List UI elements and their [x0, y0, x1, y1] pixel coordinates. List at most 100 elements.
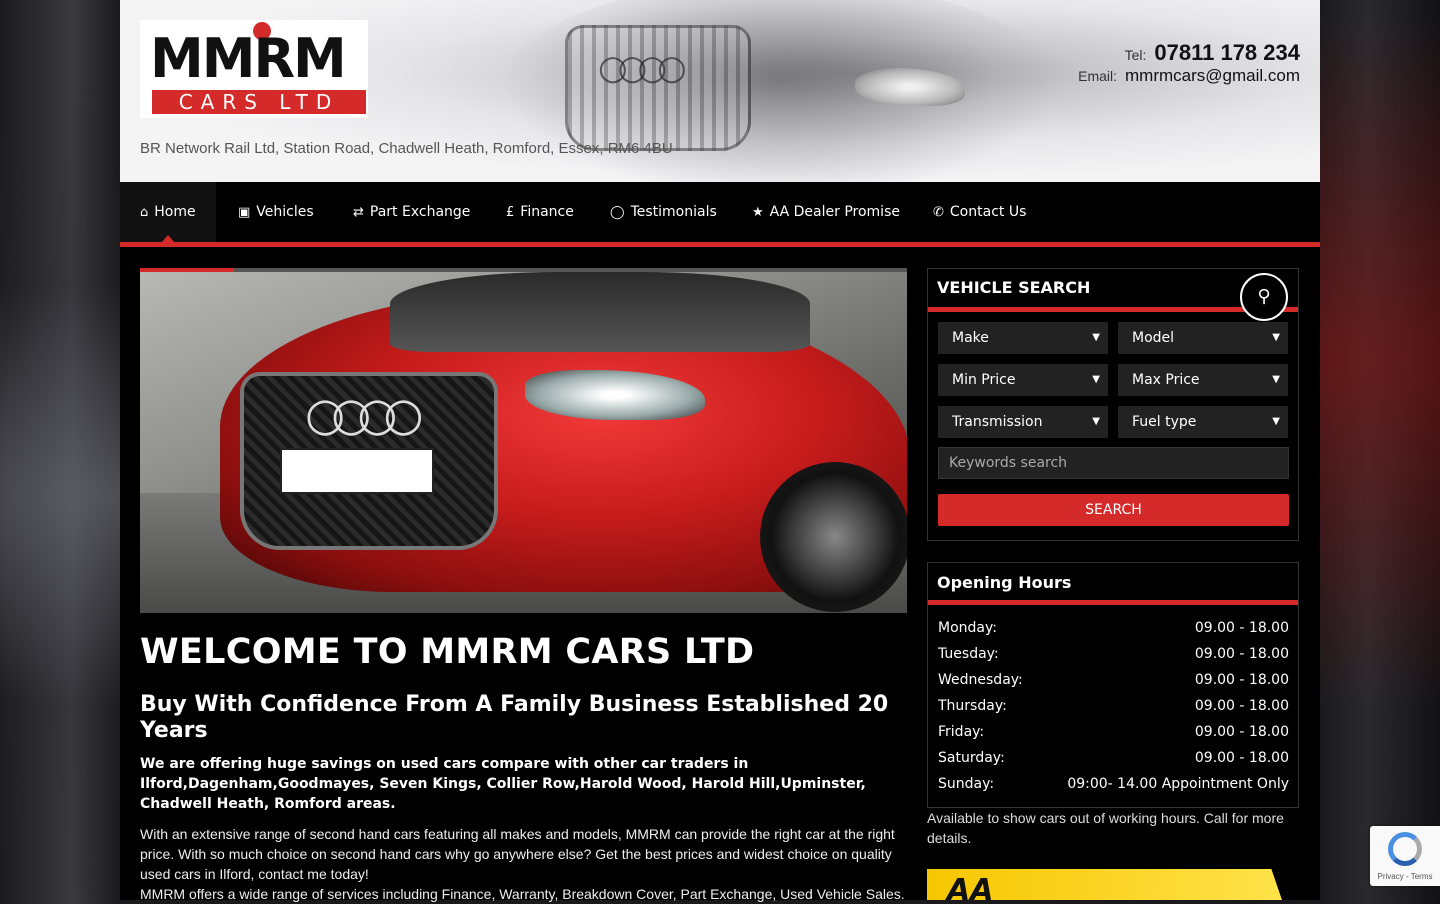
comment-icon: ◯ [610, 205, 625, 220]
dropdown-arrow-icon: ▼ [1272, 416, 1280, 427]
hero-car-wheel [760, 462, 907, 612]
hours-day: Thursday: [938, 698, 1007, 714]
aa-banner-text: AA [947, 873, 994, 900]
dropdown-arrow-icon: ▼ [1092, 374, 1100, 385]
opening-hours-title: Opening Hours [937, 573, 1072, 592]
vehicle-search-title: VEHICLE SEARCH [937, 278, 1091, 297]
hours-day: Sunday: [938, 776, 995, 792]
dropdown-arrow-icon: ▼ [1092, 332, 1100, 343]
hours-row: Sunday: 09:00- 14.00 Appointment Only [938, 771, 1289, 797]
dropdown-arrow-icon: ▼ [1092, 416, 1100, 427]
pound-icon: £ [506, 205, 515, 220]
hours-day: Tuesday: [938, 646, 999, 662]
aa-dealer-banner[interactable]: AA [927, 869, 1282, 900]
dropdown-arrow-icon: ▼ [1272, 374, 1280, 385]
dropdown-arrow-icon: ▼ [1272, 332, 1280, 343]
search-icon[interactable]: ⚲ [1240, 273, 1288, 321]
header-car-grille [565, 25, 751, 151]
min-price-select-value: Min Price [952, 372, 1016, 388]
recaptcha-links[interactable]: Privacy - Terms [1370, 872, 1440, 881]
fuel-type-select-value: Fuel type [1132, 414, 1197, 430]
nav-item-aa-dealer-promise[interactable]: ★ AA Dealer Promise [732, 182, 920, 242]
tel-label: Tel: [1124, 47, 1147, 63]
header-address: BR Network Rail Ltd, Station Road, Chadw… [140, 140, 673, 157]
nav-item-vehicles[interactable]: ▣ Vehicles [218, 182, 334, 242]
recaptcha-icon [1388, 832, 1422, 866]
model-select[interactable]: Model ▼ [1118, 322, 1288, 354]
opening-hours-panel: Opening Hours Monday: 09.00 - 18.00 Tuesd… [927, 562, 1299, 808]
hours-day: Monday: [938, 620, 997, 636]
min-price-select[interactable]: Min Price ▼ [938, 364, 1108, 396]
model-select-value: Model [1132, 330, 1175, 346]
audi-rings-icon: ○○○○ [598, 48, 687, 88]
nav-item-label: Vehicles [256, 204, 314, 220]
hero-slider-image[interactable]: ○○○○ [140, 272, 907, 613]
savings-text: We are offering huge savings on used car… [140, 756, 866, 812]
hours-day: Saturday: [938, 750, 1005, 766]
active-caret-icon [162, 235, 174, 242]
star-icon: ★ [752, 205, 764, 220]
max-price-select-value: Max Price [1132, 372, 1200, 388]
audi-rings-icon: ○○○○ [305, 387, 424, 441]
tel-number[interactable]: 07811 178 234 [1154, 40, 1300, 65]
recaptcha-badge[interactable]: Privacy - Terms [1370, 826, 1440, 886]
welcome-section: WELCOME TO MMRM CARS LTD Buy With Confid… [140, 630, 907, 904]
email-link[interactable]: mmrmcars@gmail.com [1125, 66, 1300, 85]
nav-item-label: Contact Us [949, 204, 1027, 220]
max-price-select[interactable]: Max Price ▼ [1118, 364, 1288, 396]
hours-row: Saturday: 09.00 - 18.00 [938, 745, 1289, 771]
search-button[interactable]: SEARCH [938, 494, 1289, 526]
main-nav: ⌂ Home ▣ Vehicles ⇄ Part Exchange £ Finance … [120, 182, 1320, 247]
fuel-type-select[interactable]: Fuel type ▼ [1118, 406, 1288, 438]
page-wrapper: ○○○○ MMRM CARS LTD BR Network Rail Ltd, … [120, 0, 1320, 902]
logo-top-text: MMRM [150, 27, 347, 90]
keywords-search-input[interactable]: Keywords search [938, 447, 1289, 479]
nav-item-finance[interactable]: £ Finance [486, 182, 594, 242]
hours-time: 09.00 - 18.00 [1194, 750, 1289, 766]
exchange-icon: ⇄ [353, 205, 364, 220]
hours-row: Monday: 09.00 - 18.00 [938, 615, 1289, 641]
intro-paragraph: With an extensive range of second hand c… [140, 826, 895, 882]
vehicle-search-panel: VEHICLE SEARCH ⚲ Make ▼ Model ▼ Min Price ▼… [927, 268, 1299, 541]
email-label: Email: [1078, 68, 1118, 84]
nav-item-label: Finance [520, 204, 574, 220]
site-header: ○○○○ MMRM CARS LTD BR Network Rail Ltd, … [120, 0, 1320, 182]
hours-time: 09.00 - 18.00 [1194, 724, 1289, 740]
services-paragraph: MMRM offers a wide range of services inc… [140, 886, 905, 902]
make-select[interactable]: Make ▼ [938, 322, 1108, 354]
opening-hours-note: Available to show cars out of working ho… [927, 810, 1284, 846]
hours-time: 09.00 - 18.00 [1194, 672, 1289, 688]
header-contact: Tel: 07811 178 234 Email: mmrmcars@gmail.c… [1078, 40, 1300, 92]
site-logo[interactable]: MMRM CARS LTD [140, 20, 368, 118]
hero-car-plate [280, 448, 434, 494]
page-subtitle: Buy With Confidence From A Family Busine… [140, 692, 889, 743]
phone-icon: ✆ [933, 205, 944, 220]
hours-day: Friday: [938, 724, 985, 740]
nav-item-label: Testimonials [630, 204, 717, 220]
hours-row: Wednesday: 09.00 - 18.00 [938, 667, 1289, 693]
opening-hours-underline [928, 600, 1298, 605]
home-icon: ⌂ [140, 205, 149, 220]
page-title: WELCOME TO MMRM CARS LTD [140, 632, 755, 672]
hours-time: 09.00 - 18.00 [1194, 620, 1289, 636]
hours-time: 09.00 - 18.00 [1194, 646, 1289, 662]
car-icon: ▣ [238, 205, 251, 220]
hours-time: 09:00- 14.00 Appointment Only [1067, 776, 1289, 792]
nav-item-label: Home [154, 204, 196, 220]
transmission-select[interactable]: Transmission ▼ [938, 406, 1108, 438]
nav-item-home[interactable]: ⌂ Home [120, 182, 216, 242]
nav-item-label: Part Exchange [369, 204, 471, 220]
make-select-value: Make [952, 330, 989, 346]
transmission-select-value: Transmission [952, 414, 1043, 430]
nav-item-part-exchange[interactable]: ⇄ Part Exchange [333, 182, 490, 242]
hero-car-windshield [390, 272, 810, 352]
hours-day: Wednesday: [938, 672, 1023, 688]
hours-row: Tuesday: 09.00 - 18.00 [938, 641, 1289, 667]
nav-item-label: AA Dealer Promise [769, 204, 900, 220]
hours-row: Thursday: 09.00 - 18.00 [938, 693, 1289, 719]
nav-item-contact-us[interactable]: ✆ Contact Us [913, 182, 1046, 242]
hours-time: 09.00 - 18.00 [1194, 698, 1289, 714]
logo-bottom-text: CARS LTD [152, 90, 366, 114]
hours-row: Friday: 09.00 - 18.00 [938, 719, 1289, 745]
nav-item-testimonials[interactable]: ◯ Testimonials [590, 182, 737, 242]
